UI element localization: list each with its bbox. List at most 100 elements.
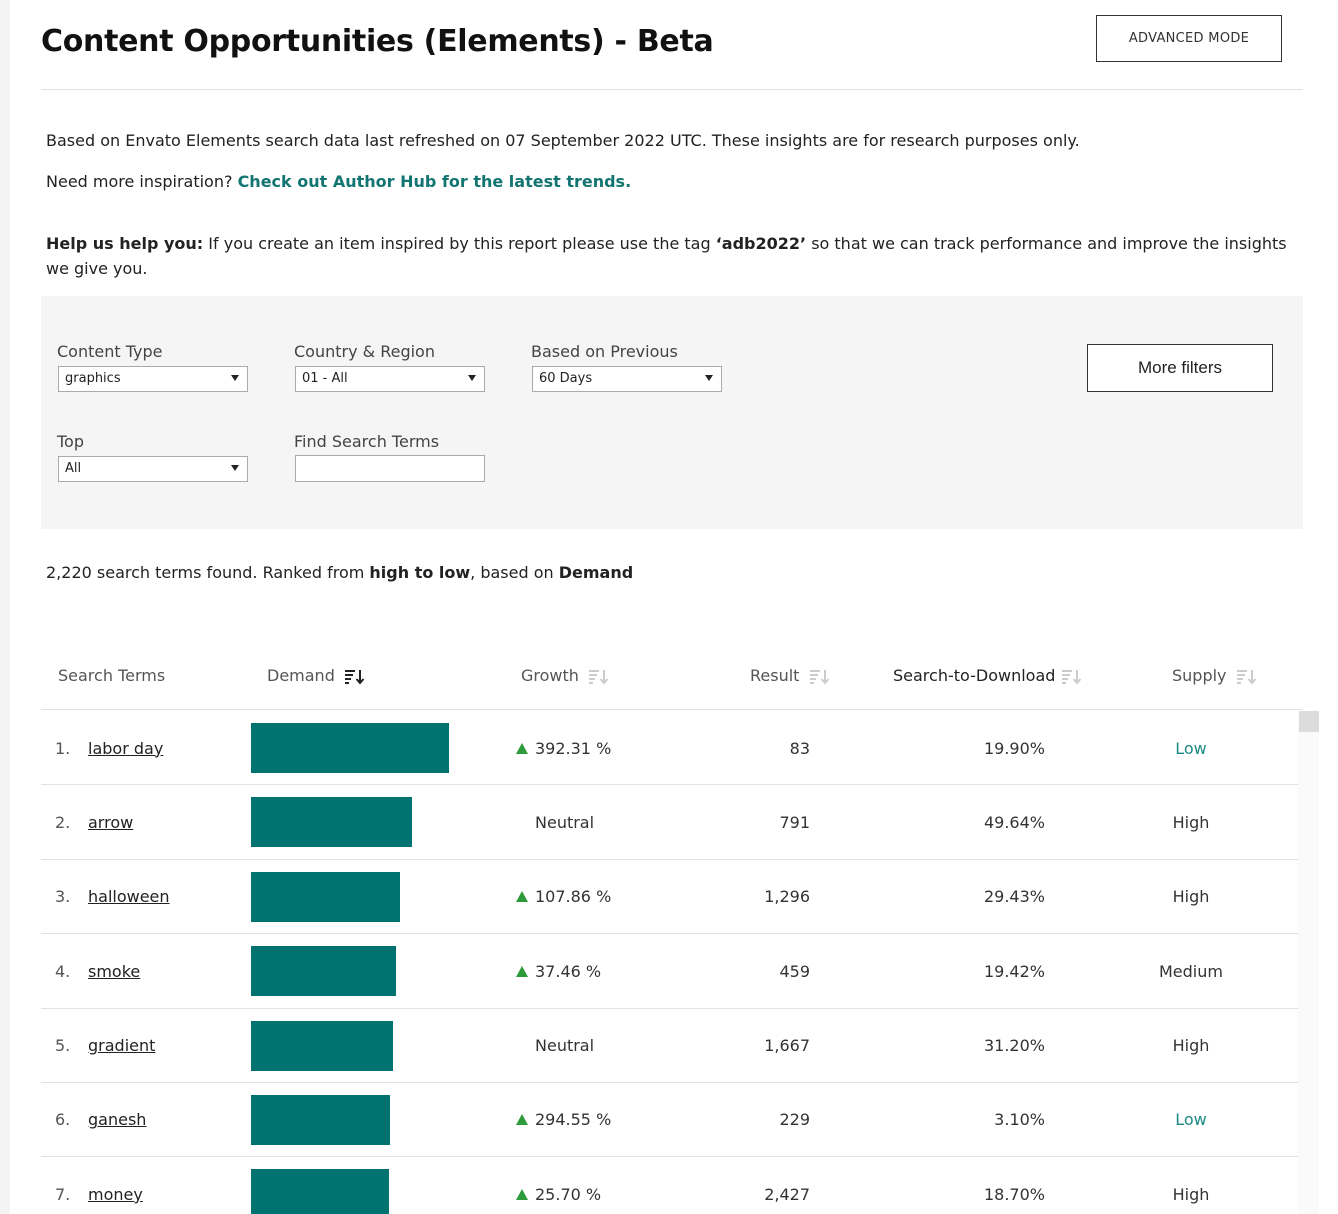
col-search-terms: Search Terms (58, 666, 166, 685)
col-supply-label: Supply (1172, 666, 1227, 685)
based-on-previous-select[interactable]: 60 Days (532, 366, 722, 392)
supply-level: Low (1175, 1110, 1207, 1130)
dropdown-arrow-icon (705, 375, 713, 381)
search-to-download-rate: 18.70% (983, 1184, 1045, 1204)
demand-bar (251, 1020, 394, 1071)
sort-icon[interactable] (1061, 669, 1083, 685)
table-body: 1. labor day 392.31 % 83 19.90% Low 2. arrow Neu… (41, 711, 1298, 1214)
country-region-value: 01 - All (302, 371, 348, 386)
search-to-download-rate: 31.20% (983, 1036, 1045, 1056)
header-divider (41, 89, 1303, 90)
col-demand-label: Demand (267, 666, 335, 685)
result-count: 791 (779, 812, 810, 832)
table-row: 6. ganesh 294.55 % 229 3.10% Low (41, 1083, 1298, 1158)
row-rank: 5. (55, 1036, 71, 1056)
dropdown-arrow-icon (231, 375, 239, 381)
growth-text: 37.46 % (535, 961, 602, 981)
search-term-link[interactable]: arrow (88, 785, 133, 859)
search-to-download-rate: 29.43% (983, 887, 1045, 907)
growth-text: Neutral (535, 1036, 595, 1056)
search-term-link[interactable]: labor day (88, 711, 163, 785)
table-row: 4. smoke 37.46 % 459 19.42% Medium (41, 934, 1298, 1009)
table-row: 5. gradient Neutral 1,667 31.20% High (41, 1009, 1298, 1083)
growth-value: Neutral (535, 785, 594, 859)
refresh-info: Based on Envato Elements search data las… (46, 131, 1080, 150)
growth-up-triangle-icon (516, 742, 528, 754)
row-rank: 1. (55, 738, 71, 758)
results-count: 2,220 (46, 563, 92, 582)
find-search-terms-label: Find Search Terms (294, 432, 440, 451)
results-summary-text-1: search terms found. Ranked from (91, 563, 370, 582)
supply-level: High (1172, 1184, 1210, 1204)
search-term-link[interactable]: halloween (88, 860, 170, 934)
sort-icon[interactable] (1236, 669, 1258, 685)
results-summary-text-2: , based on (470, 563, 559, 582)
col-growth-label: Growth (521, 666, 579, 685)
result-count: 459 (779, 961, 810, 981)
col-result[interactable]: Result (750, 666, 831, 685)
results-order: high to low (369, 563, 471, 582)
more-filters-button[interactable]: More filters (1087, 344, 1273, 392)
advanced-mode-button[interactable]: ADVANCED MODE (1096, 15, 1282, 62)
supply-level: Medium (1159, 961, 1223, 981)
results-summary: 2,220 search terms found. Ranked from hi… (46, 563, 633, 582)
row-rank: 7. (55, 1184, 71, 1204)
scrollbar-thumb[interactable] (1299, 711, 1319, 732)
col-growth[interactable]: Growth (521, 666, 610, 685)
sort-desc-active-icon[interactable] (344, 669, 366, 685)
supply-level: Low (1175, 738, 1207, 758)
search-to-download-rate: 3.10% (994, 1110, 1045, 1130)
col-supply[interactable]: Supply (1172, 666, 1258, 685)
growth-value: 107.86 % (516, 860, 611, 934)
based-on-previous-value: 60 Days (539, 371, 593, 386)
growth-value: 37.46 % (516, 934, 601, 1008)
growth-up-triangle-icon (516, 891, 528, 903)
inspiration-line: Need more inspiration? Check out Author … (46, 169, 631, 194)
search-to-download-rate: 49.64% (983, 812, 1045, 832)
result-count: 2,427 (764, 1184, 810, 1204)
col-demand[interactable]: Demand (267, 666, 366, 685)
help-note-bold: Help us help you: (46, 234, 204, 253)
growth-value: Neutral (535, 1009, 594, 1083)
row-rank: 3. (55, 887, 71, 907)
table-row: 2. arrow Neutral 791 49.64% High (41, 785, 1298, 860)
demand-bar (251, 871, 401, 922)
table-row: 7. money 25.70 % 2,427 18.70% High (41, 1157, 1298, 1214)
result-count: 229 (779, 1110, 810, 1130)
supply-level: High (1172, 812, 1210, 832)
page-title: Content Opportunities (Elements) - Beta (41, 24, 714, 59)
help-note-text-1: If you create an item inspired by this r… (203, 234, 716, 253)
col-search-to-download[interactable]: Search-to-Download (893, 666, 1083, 685)
search-term-link[interactable]: smoke (88, 934, 140, 1008)
growth-text: 294.55 % (535, 1110, 612, 1130)
sort-icon[interactable] (809, 669, 831, 685)
scrollbar-track[interactable] (1298, 711, 1319, 1214)
country-region-select[interactable]: 01 - All (295, 366, 485, 392)
search-term-link[interactable]: ganesh (88, 1083, 146, 1157)
row-rank: 6. (55, 1110, 71, 1130)
growth-value: 25.70 % (516, 1157, 601, 1214)
dropdown-arrow-icon (231, 465, 239, 471)
row-rank: 2. (55, 812, 71, 832)
search-term-link[interactable]: money (88, 1157, 143, 1214)
result-count: 1,667 (764, 1036, 810, 1056)
country-region-label: Country & Region (294, 342, 435, 361)
growth-up-triangle-icon (516, 965, 528, 977)
sort-icon[interactable] (588, 669, 610, 685)
author-hub-link[interactable]: Check out Author Hub for the latest tren… (238, 172, 632, 191)
find-search-terms-input[interactable] (295, 455, 485, 482)
content-type-select[interactable]: graphics (58, 366, 248, 392)
growth-up-triangle-icon (516, 1188, 528, 1200)
col-search-to-download-label: Search-to-Download (893, 666, 1056, 685)
search-term-link[interactable]: gradient (88, 1009, 155, 1083)
demand-bar (251, 1169, 389, 1214)
growth-text: Neutral (535, 812, 595, 832)
result-count: 83 (789, 738, 810, 758)
demand-bar (251, 723, 449, 773)
table-row: 3. halloween 107.86 % 1,296 29.43% High (41, 860, 1298, 935)
growth-text: 25.70 % (535, 1184, 602, 1204)
top-select[interactable]: All (58, 456, 248, 482)
search-to-download-rate: 19.42% (983, 961, 1045, 981)
supply-level: High (1172, 1036, 1210, 1056)
growth-value: 392.31 % (516, 711, 611, 785)
